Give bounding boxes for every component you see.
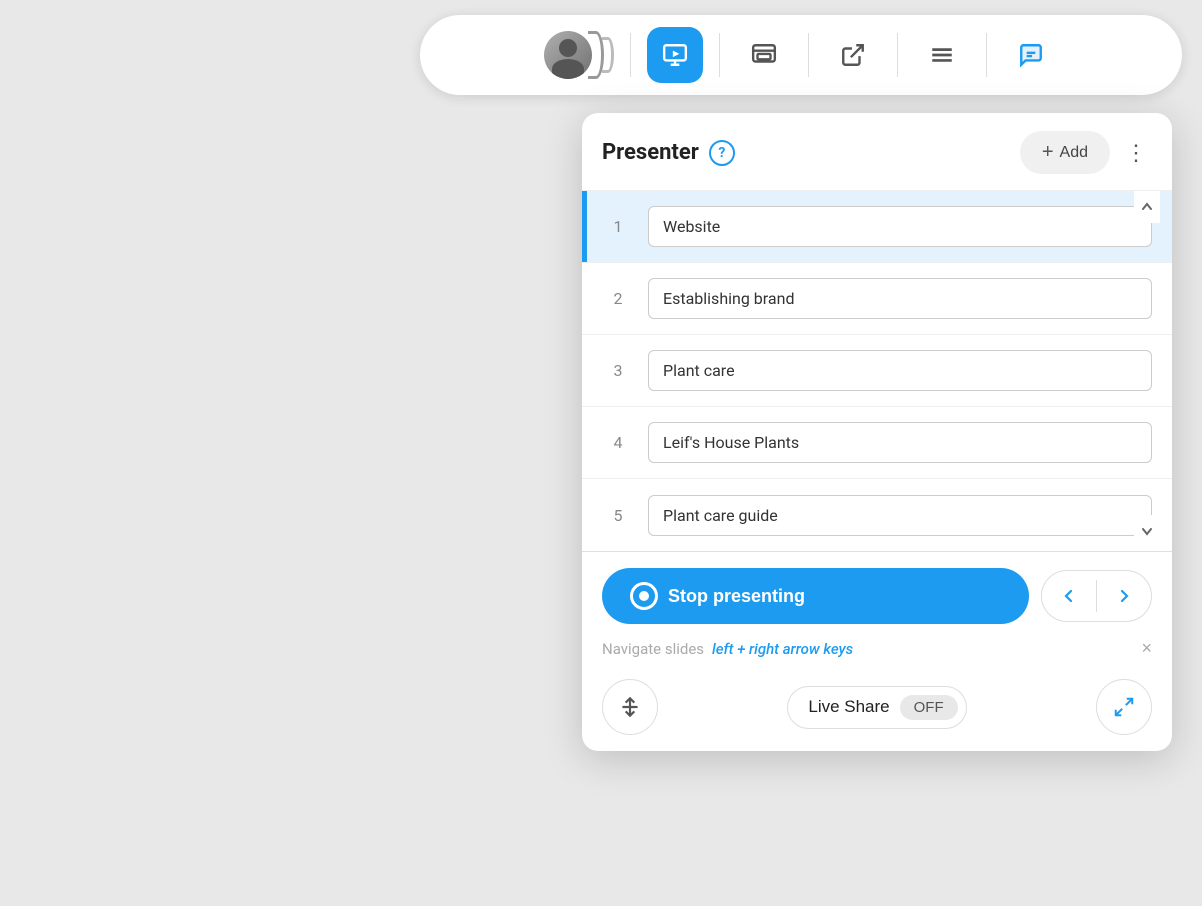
stop-icon-inner <box>639 591 649 601</box>
toolbar-divider-5 <box>986 33 987 77</box>
slide-name: Plant care <box>648 350 1152 391</box>
avatar[interactable] <box>544 31 592 79</box>
slide-item[interactable]: 2 Establishing brand <box>582 263 1172 335</box>
slide-name: Website <box>648 206 1152 247</box>
panel-header: Presenter ? + Add ⋮ <box>582 113 1172 191</box>
fullscreen-button[interactable] <box>1096 679 1152 735</box>
toolbar-divider-4 <box>897 33 898 77</box>
stop-presenting-button[interactable]: Stop presenting <box>602 568 1029 624</box>
plus-icon: + <box>1042 141 1054 164</box>
live-share-button[interactable]: Live Share OFF <box>787 686 966 729</box>
panel-title: Presenter <box>602 140 699 165</box>
slide-item[interactable]: 5 Plant care guide <box>582 479 1172 551</box>
slide-item[interactable]: 4 Leif's House Plants <box>582 407 1172 479</box>
avatar-container[interactable] <box>544 31 614 79</box>
add-button[interactable]: + Add <box>1020 131 1110 174</box>
chat-button[interactable] <box>1003 27 1059 83</box>
slide-name: Plant care guide <box>648 495 1152 536</box>
hint-close-button[interactable]: × <box>1141 638 1152 659</box>
panel-controls: Stop presenting Navigate slides left + r <box>582 552 1172 673</box>
live-share-status: OFF <box>900 695 958 720</box>
presenter-panel: Presenter ? + Add ⋮ 1 Website 2 Establis… <box>582 113 1172 751</box>
nav-arrows <box>1041 570 1152 622</box>
prev-slide-button[interactable] <box>1042 571 1096 621</box>
navigate-hint: Navigate slides left + right arrow keys … <box>602 638 1152 673</box>
help-button[interactable]: ? <box>709 140 735 166</box>
scroll-up-indicator[interactable] <box>1134 191 1160 223</box>
next-slide-button[interactable] <box>1097 571 1151 621</box>
slides-container: 1 Website 2 Establishing brand 3 Plant c… <box>582 191 1172 552</box>
toolbar-divider-2 <box>719 33 720 77</box>
stop-label: Stop presenting <box>668 586 805 607</box>
stop-row: Stop presenting <box>602 568 1152 624</box>
avatar-wave-2 <box>602 37 614 73</box>
slide-number: 3 <box>602 361 634 380</box>
present-button[interactable] <box>647 27 703 83</box>
slide-name: Leif's House Plants <box>648 422 1152 463</box>
slide-item[interactable]: 1 Website <box>582 191 1172 263</box>
menu-button[interactable] <box>914 27 970 83</box>
toolbar-divider-3 <box>808 33 809 77</box>
stop-icon <box>630 582 658 610</box>
slide-number: 2 <box>602 289 634 308</box>
expand-button[interactable] <box>602 679 658 735</box>
slide-number: 4 <box>602 433 634 452</box>
keys-hint: left + right arrow keys <box>712 640 853 658</box>
slide-item[interactable]: 3 Plant care <box>582 335 1172 407</box>
slide-number: 1 <box>602 217 634 236</box>
slide-number: 5 <box>602 506 634 525</box>
toolbar <box>420 15 1182 95</box>
navigate-label: Navigate slides <box>602 640 704 658</box>
live-share-label: Live Share <box>808 697 889 717</box>
fullscreen-toolbar-button[interactable] <box>736 27 792 83</box>
bottom-row: Live Share OFF <box>582 673 1172 735</box>
slide-name: Establishing brand <box>648 278 1152 319</box>
export-button[interactable] <box>825 27 881 83</box>
toolbar-divider-1 <box>630 33 631 77</box>
more-options-button[interactable]: ⋮ <box>1120 137 1152 169</box>
slides-list: 1 Website 2 Establishing brand 3 Plant c… <box>582 191 1172 551</box>
scroll-down-indicator[interactable] <box>1134 515 1160 547</box>
